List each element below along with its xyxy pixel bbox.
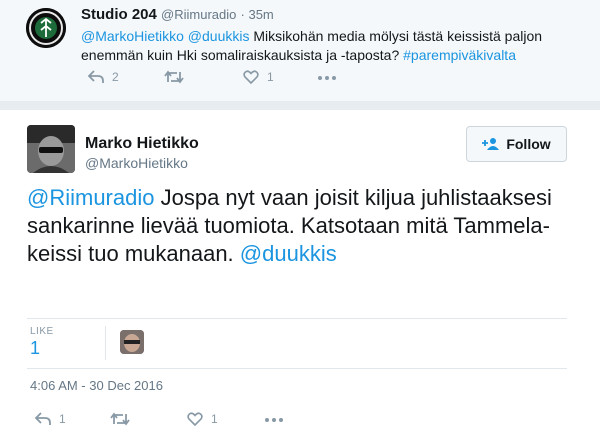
follow-label: Follow (506, 136, 551, 152)
parent-reply-button[interactable]: 2 (88, 70, 119, 84)
reply-icon (88, 70, 104, 83)
more-icon (265, 418, 283, 422)
main-retweet-button[interactable] (110, 412, 130, 426)
parent-like-button[interactable]: 1 (243, 70, 274, 84)
hashtag-link[interactable]: #parempiväkivalta (403, 47, 516, 63)
stats-separator (105, 326, 106, 360)
main-author-name[interactable]: Marko Hietikko (85, 135, 199, 153)
parent-retweet-button[interactable] (164, 70, 184, 84)
parent-author-name[interactable]: Studio 204 (81, 6, 157, 23)
like-stat-count[interactable]: 1 (30, 338, 40, 359)
reply-icon (35, 412, 51, 425)
parent-timestamp[interactable]: · 35m (241, 7, 274, 22)
retweet-icon (110, 412, 130, 426)
thread-divider (0, 101, 600, 110)
parent-mentions-link[interactable]: @MarkoHietikko @duukkis (81, 28, 249, 44)
liker-avatar[interactable] (120, 330, 144, 354)
parent-author-handle[interactable]: @Riimuradio (161, 7, 236, 22)
retweet-icon (164, 70, 184, 84)
like-label: LIKE (30, 326, 54, 337)
mention-duukkis-link[interactable]: @duukkis (240, 241, 337, 266)
parent-tweet-header: Studio 204 @Riimuradio · 35m (81, 6, 274, 23)
studio204-avatar[interactable] (26, 8, 66, 48)
mention-riimuradio-link[interactable]: @Riimuradio (27, 185, 154, 210)
main-tweet-text: @Riimuradio Jospa nyt vaan joisit kiljua… (27, 184, 587, 268)
stats-divider-bottom (27, 368, 567, 369)
main-more-button[interactable] (265, 418, 283, 422)
parent-actions: 2 1 (88, 70, 448, 88)
parent-reply-count: 2 (112, 70, 119, 84)
tweet-date[interactable]: 4:06 AM - 30 Dec 2016 (30, 378, 163, 393)
main-actions: 1 1 (35, 412, 395, 430)
parent-tweet-text: @MarkoHietikko @duukkis Miksikohän media… (81, 27, 581, 65)
stats-divider-top (27, 318, 567, 319)
more-icon (318, 76, 336, 80)
main-reply-count: 1 (59, 412, 66, 426)
like-icon (187, 412, 203, 426)
parent-tweet[interactable]: Studio 204 @Riimuradio · 35m @MarkoHieti… (0, 0, 600, 102)
parent-like-count: 1 (267, 70, 274, 84)
parent-more-button[interactable] (318, 76, 336, 80)
follow-button[interactable]: Follow (466, 126, 567, 162)
main-like-count: 1 (211, 412, 218, 426)
marko-avatar[interactable] (27, 125, 75, 173)
add-user-icon (482, 138, 500, 150)
like-icon (243, 70, 259, 84)
main-reply-button[interactable]: 1 (35, 412, 66, 426)
main-like-button[interactable]: 1 (187, 412, 218, 426)
main-author-handle[interactable]: @MarkoHietikko (85, 155, 188, 171)
